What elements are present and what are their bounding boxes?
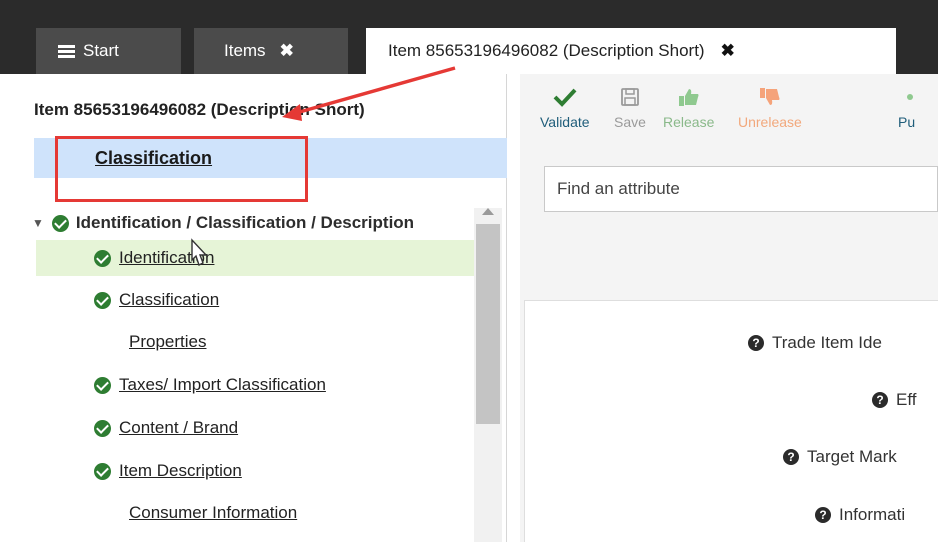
- attribute-row[interactable]: ? Target Mark: [783, 447, 897, 467]
- check-circle-icon: [94, 376, 111, 394]
- tab-bar: Start Items ✖ Item 85653196496082 (Descr…: [0, 0, 938, 74]
- check-circle-icon: [94, 462, 111, 480]
- validate-label: Validate: [540, 114, 590, 130]
- scrollbar-thumb[interactable]: [476, 224, 500, 424]
- attribute-label: Informati: [839, 505, 906, 524]
- question-circle-icon[interactable]: ?: [872, 392, 888, 408]
- tab-items-label: Items: [224, 41, 266, 60]
- tree-item-label[interactable]: Classification: [119, 290, 219, 310]
- tree-item-identification[interactable]: Identification: [36, 240, 474, 276]
- attribute-list: ? Trade Item Ide ? Eff ? Target Mark ? I…: [524, 300, 938, 542]
- tab-item-detail-label: Item 85653196496082 (Description Short): [388, 41, 705, 60]
- search-placeholder: Find an attribute: [557, 179, 680, 198]
- tree-item-item-description[interactable]: Item Description: [36, 453, 474, 489]
- release-button[interactable]: Release: [663, 84, 714, 130]
- close-icon[interactable]: ✖: [280, 41, 294, 61]
- checkmark-icon: [553, 84, 577, 110]
- tree-item-label[interactable]: Item Description: [119, 461, 242, 481]
- publish-label: Pu: [898, 114, 916, 130]
- tab-start-label: Start: [83, 41, 119, 60]
- detail-panel: Validate Save Release Unrelease Pu Find …: [520, 74, 938, 542]
- attribute-row[interactable]: ? Informati: [815, 505, 905, 525]
- tab-start[interactable]: Start: [36, 28, 181, 74]
- tree-item-content-brand[interactable]: Content / Brand: [36, 410, 474, 446]
- tree-item-properties[interactable]: Properties: [36, 324, 474, 360]
- check-circle-icon: [94, 419, 111, 437]
- check-circle-icon: [51, 214, 69, 232]
- save-button[interactable]: Save: [614, 84, 646, 130]
- validate-button[interactable]: Validate: [540, 84, 590, 130]
- check-circle-icon: [94, 249, 111, 267]
- item-heading: Item 85653196496082 (Description Short): [34, 100, 365, 119]
- mouse-cursor-icon: [191, 238, 208, 266]
- unrelease-label: Unrelease: [738, 114, 802, 130]
- tree-item-classification[interactable]: Classification: [36, 282, 474, 318]
- tree-item-label[interactable]: Taxes/ Import Classification: [119, 375, 326, 395]
- publish-button[interactable]: Pu: [898, 84, 915, 130]
- unrelease-button[interactable]: Unrelease: [738, 84, 802, 130]
- thumbs-up-icon: [678, 84, 700, 110]
- attribute-row[interactable]: ? Eff: [872, 390, 916, 410]
- floppy-disk-icon: [620, 84, 640, 110]
- tree-item-taxes[interactable]: Taxes/ Import Classification: [36, 367, 474, 403]
- tree-root[interactable]: ▼ Identification / Classification / Desc…: [32, 208, 474, 238]
- question-circle-icon[interactable]: ?: [748, 335, 764, 351]
- publish-icon: [900, 84, 914, 110]
- annotation-highlight-box: [55, 136, 308, 202]
- question-circle-icon[interactable]: ?: [783, 449, 799, 465]
- save-label: Save: [614, 114, 646, 130]
- tree-item-label[interactable]: Properties: [129, 332, 206, 352]
- attribute-label: Eff: [896, 390, 917, 409]
- tree-scrollbar[interactable]: [474, 208, 502, 542]
- attribute-search-input[interactable]: Find an attribute: [544, 166, 938, 212]
- scroll-up-icon[interactable]: [482, 208, 494, 215]
- caret-down-icon[interactable]: ▼: [32, 216, 44, 230]
- tab-item-detail[interactable]: Item 85653196496082 (Description Short) …: [366, 28, 896, 74]
- attribute-label: Target Mark: [807, 447, 897, 466]
- thumbs-down-icon: [759, 84, 781, 110]
- attribute-row[interactable]: ? Trade Item Ide: [748, 333, 882, 353]
- tree-root-label: Identification / Classification / Descri…: [75, 213, 415, 232]
- attribute-label: Trade Item Ide: [772, 333, 882, 352]
- toolbar: Validate Save Release Unrelease Pu: [520, 74, 938, 152]
- tree-item-label[interactable]: Content / Brand: [119, 418, 238, 438]
- close-icon[interactable]: ✖: [721, 41, 735, 61]
- release-label: Release: [663, 114, 715, 130]
- tab-items[interactable]: Items ✖: [194, 28, 348, 74]
- check-circle-icon: [94, 291, 111, 309]
- hamburger-icon: [58, 44, 75, 58]
- question-circle-icon[interactable]: ?: [815, 507, 831, 523]
- tree-item-consumer-information[interactable]: Consumer Information: [36, 495, 474, 531]
- tree-item-label[interactable]: Consumer Information: [129, 503, 297, 523]
